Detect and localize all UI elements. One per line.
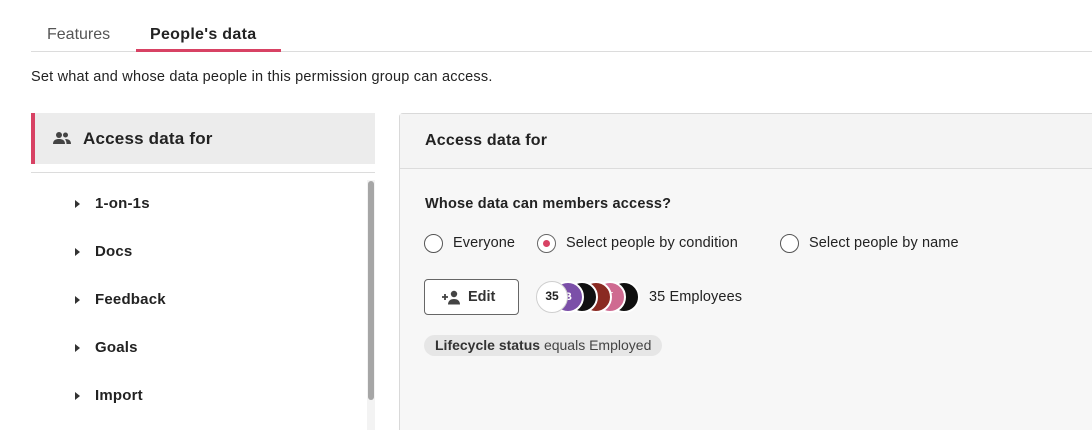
edit-button-label: Edit <box>468 289 496 305</box>
list-item-1-on-1s[interactable]: 1-on-1s <box>31 184 361 224</box>
tab-bar: Features People's data <box>31 0 1092 52</box>
add-person-icon <box>442 290 460 305</box>
list-item-docs[interactable]: Docs <box>31 232 361 272</box>
caret-right-icon <box>75 200 80 208</box>
condition-chip: Lifecycle status equals Employed <box>424 335 663 356</box>
list-item-label: Goals <box>95 339 138 356</box>
tab-peoples-data[interactable]: People's data <box>150 26 256 44</box>
left-nav-panel: Access data for 1-on-1s Docs Feedback Go… <box>31 113 375 430</box>
divider <box>31 172 375 173</box>
list-item-feedback[interactable]: Feedback <box>31 280 361 320</box>
radio-label: Select people by condition <box>566 235 738 251</box>
list-item-label: Import <box>95 387 143 404</box>
scrollbar-thumb[interactable] <box>368 181 374 400</box>
radio-label: Select people by name <box>809 235 959 251</box>
tab-features[interactable]: Features <box>47 26 110 44</box>
left-header-title: Access data for <box>83 129 213 148</box>
radio-checked-icon <box>537 234 556 253</box>
radio-unchecked-icon <box>780 234 799 253</box>
list-item-label: Docs <box>95 243 133 260</box>
access-question: Whose data can members access? <box>425 196 672 212</box>
panel-header: Access data for <box>400 114 1092 169</box>
avatar-stack[interactable]: T B 35 <box>536 280 646 314</box>
panel-title: Access data for <box>425 132 548 149</box>
radio-unchecked-icon <box>424 234 443 253</box>
employee-count: 35 Employees <box>649 289 743 305</box>
condition-operator-value: equals Employed <box>543 337 652 353</box>
caret-right-icon <box>75 344 80 352</box>
list-item-label: 1-on-1s <box>95 195 150 212</box>
list-item-import[interactable]: Import <box>31 376 361 416</box>
people-icon <box>53 132 71 144</box>
caret-right-icon <box>75 248 80 256</box>
active-tab-indicator <box>136 49 281 52</box>
caret-right-icon <box>75 296 80 304</box>
sidebar-item-access-data-for[interactable]: Access data for <box>31 113 375 164</box>
condition-field: Lifecycle status <box>435 337 541 353</box>
list-item-goals[interactable]: Goals <box>31 328 361 368</box>
caret-right-icon <box>75 392 80 400</box>
edit-button[interactable]: Edit <box>424 279 519 315</box>
avatar-count-badge: 35 <box>536 281 568 313</box>
page-subtitle: Set what and whose data people in this p… <box>31 69 493 85</box>
radio-label: Everyone <box>453 235 516 251</box>
access-settings-panel: Access data for Whose data can members a… <box>399 113 1092 430</box>
list-item-label: Feedback <box>95 291 166 308</box>
